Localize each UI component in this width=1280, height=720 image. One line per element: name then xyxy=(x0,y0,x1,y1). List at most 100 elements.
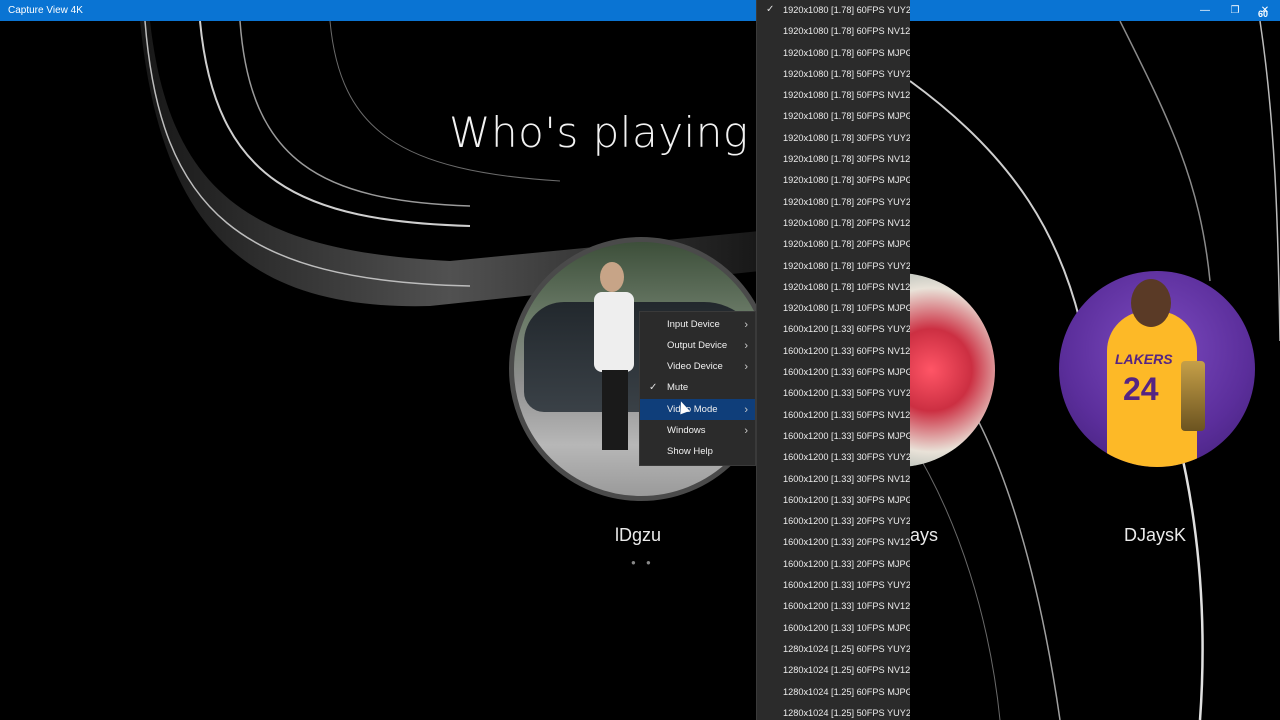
person-photo-element xyxy=(600,262,624,292)
title-bar: Capture View 4K — ❐ ✕ 60 xyxy=(0,0,1280,21)
menu-item-output-device[interactable]: Output Device › xyxy=(640,335,755,356)
menu-item-label: Mute xyxy=(667,382,689,393)
video-mode-label: 1920x1080 [1.78] 10FPS YUY2 xyxy=(783,260,910,271)
menu-item-label: Show Help xyxy=(667,446,713,457)
player-name-ldgzu: lDgzu xyxy=(615,525,662,545)
video-mode-item[interactable]: 1600x1200 [1.33] 50FPS NV12 xyxy=(757,405,910,426)
minimize-button[interactable]: — xyxy=(1190,0,1220,21)
chevron-right-icon: › xyxy=(744,318,748,331)
video-mode-item[interactable]: 1600x1200 [1.33] 60FPS MJPG xyxy=(757,362,910,383)
video-mode-item[interactable]: 1600x1200 [1.33] 10FPS YUY2 xyxy=(757,575,910,596)
video-mode-item[interactable]: 1600x1200 [1.33] 10FPS MJPG xyxy=(757,618,910,639)
video-mode-label: 1600x1200 [1.33] 20FPS YUY2 xyxy=(783,516,910,527)
video-mode-label: 1600x1200 [1.33] 10FPS NV12 xyxy=(783,601,910,612)
person-photo-element xyxy=(594,292,634,372)
video-mode-label: 1600x1200 [1.33] 20FPS MJPG xyxy=(783,558,910,569)
video-mode-item[interactable]: 1920x1080 [1.78] 20FPS MJPG xyxy=(757,234,910,255)
video-mode-label: 1920x1080 [1.78] 60FPS YUY2 xyxy=(783,5,910,15)
menu-item-mute[interactable]: ✓ Mute xyxy=(640,377,755,398)
maximize-button[interactable]: ❐ xyxy=(1220,0,1250,21)
chevron-right-icon: › xyxy=(744,360,748,373)
video-mode-label: 1920x1080 [1.78] 50FPS YUY2 xyxy=(783,68,910,79)
menu-item-video-device[interactable]: Video Device › xyxy=(640,356,755,377)
menu-item-label: Video Device xyxy=(667,361,723,372)
video-mode-item[interactable]: 1920x1080 [1.78] 20FPS YUY2 xyxy=(757,192,910,213)
video-mode-item[interactable]: 1600x1200 [1.33] 60FPS YUY2 xyxy=(757,319,910,340)
video-mode-label: 1600x1200 [1.33] 50FPS MJPG xyxy=(783,430,910,441)
menu-item-show-help[interactable]: Show Help xyxy=(640,441,755,462)
video-mode-label: 1600x1200 [1.33] 50FPS YUY2 xyxy=(783,388,910,399)
video-mode-item[interactable]: 1280x1024 [1.25] 60FPS YUY2 xyxy=(757,639,910,660)
video-mode-label: 1600x1200 [1.33] 30FPS MJPG xyxy=(783,494,910,505)
chevron-right-icon: › xyxy=(744,424,748,437)
video-mode-item[interactable]: 1280x1024 [1.25] 50FPS YUY2 xyxy=(757,703,910,720)
video-mode-item[interactable]: 1920x1080 [1.78] 30FPS YUY2 xyxy=(757,128,910,149)
trophy-photo-element xyxy=(1181,361,1205,431)
video-mode-item[interactable]: 1600x1200 [1.33] 30FPS NV12 xyxy=(757,469,910,490)
video-mode-label: 1600x1200 [1.33] 10FPS YUY2 xyxy=(783,580,910,591)
jersey-text: LAKERS xyxy=(1115,351,1173,367)
video-mode-label: 1920x1080 [1.78] 60FPS NV12 xyxy=(783,26,910,37)
video-mode-label: 1920x1080 [1.78] 20FPS MJPG xyxy=(783,239,910,250)
menu-item-video-mode[interactable]: Video Mode › xyxy=(640,399,755,420)
video-mode-label: 1280x1024 [1.25] 60FPS NV12 xyxy=(783,665,910,676)
person-photo-element xyxy=(1131,279,1171,327)
video-mode-item[interactable]: 1600x1200 [1.33] 50FPS YUY2 xyxy=(757,383,910,404)
video-mode-item[interactable]: 1600x1200 [1.33] 30FPS MJPG xyxy=(757,490,910,511)
video-mode-label: 1920x1080 [1.78] 60FPS MJPG xyxy=(783,47,910,58)
avatar-djaysk[interactable]: LAKERS 24 xyxy=(1059,271,1255,467)
video-mode-item[interactable]: 1600x1200 [1.33] 20FPS YUY2 xyxy=(757,511,910,532)
video-mode-item[interactable]: 1600x1200 [1.33] 20FPS NV12 xyxy=(757,532,910,553)
video-mode-item[interactable]: ✓ 1920x1080 [1.78] 60FPS YUY2 xyxy=(757,0,910,21)
menu-item-label: Output Device xyxy=(667,340,728,351)
menu-item-label: Video Mode xyxy=(667,404,718,415)
video-mode-label: 1600x1200 [1.33] 30FPS YUY2 xyxy=(783,452,910,463)
video-mode-item[interactable]: 1600x1200 [1.33] 20FPS MJPG xyxy=(757,554,910,575)
page-dots: ● ● xyxy=(631,558,655,567)
video-mode-label: 1600x1200 [1.33] 60FPS NV12 xyxy=(783,345,910,356)
video-mode-item[interactable]: 1600x1200 [1.33] 10FPS NV12 xyxy=(757,596,910,617)
video-mode-item[interactable]: 1920x1080 [1.78] 10FPS MJPG xyxy=(757,298,910,319)
menu-item-input-device[interactable]: Input Device › xyxy=(640,314,755,335)
video-mode-label: 1920x1080 [1.78] 10FPS MJPG xyxy=(783,303,910,314)
player-name-djaysk: DJaysK xyxy=(1124,525,1187,545)
menu-item-label: Input Device xyxy=(667,319,720,330)
video-mode-item[interactable]: 1920x1080 [1.78] 20FPS NV12 xyxy=(757,213,910,234)
video-mode-item[interactable]: 1600x1200 [1.33] 60FPS NV12 xyxy=(757,341,910,362)
video-mode-label: 1600x1200 [1.33] 60FPS MJPG xyxy=(783,367,910,378)
video-mode-item[interactable]: 1920x1080 [1.78] 60FPS NV12 xyxy=(757,21,910,42)
video-mode-item[interactable]: 1280x1024 [1.25] 60FPS NV12 xyxy=(757,660,910,681)
context-menu: Input Device › Output Device › Video Dev… xyxy=(639,311,756,466)
video-mode-label: 1920x1080 [1.78] 30FPS MJPG xyxy=(783,175,910,186)
video-mode-submenu: ✓ 1920x1080 [1.78] 60FPS YUY2 1920x1080 [… xyxy=(756,0,910,720)
video-mode-label: 1280x1024 [1.25] 50FPS YUY2 xyxy=(783,707,910,718)
video-mode-item[interactable]: 1920x1080 [1.78] 10FPS YUY2 xyxy=(757,256,910,277)
video-mode-item[interactable]: 1920x1080 [1.78] 30FPS MJPG xyxy=(757,170,910,191)
video-mode-label: 1920x1080 [1.78] 10FPS NV12 xyxy=(783,281,910,292)
video-mode-item[interactable]: 1280x1024 [1.25] 60FPS MJPG xyxy=(757,682,910,703)
video-mode-label: 1920x1080 [1.78] 30FPS NV12 xyxy=(783,154,910,165)
video-mode-label: 1600x1200 [1.33] 60FPS YUY2 xyxy=(783,324,910,335)
video-mode-label: 1920x1080 [1.78] 20FPS NV12 xyxy=(783,217,910,228)
video-mode-item[interactable]: 1920x1080 [1.78] 50FPS NV12 xyxy=(757,85,910,106)
video-mode-item[interactable]: 1920x1080 [1.78] 50FPS MJPG xyxy=(757,106,910,127)
video-mode-label: 1280x1024 [1.25] 60FPS MJPG xyxy=(783,686,910,697)
video-mode-label: 1600x1200 [1.33] 30FPS NV12 xyxy=(783,473,910,484)
video-mode-label: 1920x1080 [1.78] 50FPS NV12 xyxy=(783,90,910,101)
chevron-right-icon: › xyxy=(744,403,748,416)
jersey-number: 24 xyxy=(1123,371,1159,407)
video-mode-label: 1920x1080 [1.78] 30FPS YUY2 xyxy=(783,132,910,143)
fps-badge: 60 xyxy=(1257,9,1268,19)
video-mode-item[interactable]: 1920x1080 [1.78] 50FPS YUY2 xyxy=(757,64,910,85)
video-mode-item[interactable]: 1920x1080 [1.78] 10FPS NV12 xyxy=(757,277,910,298)
video-mode-item[interactable]: 1920x1080 [1.78] 30FPS NV12 xyxy=(757,149,910,170)
checkmark-icon: ✓ xyxy=(766,4,775,15)
video-mode-item[interactable]: 1600x1200 [1.33] 30FPS YUY2 xyxy=(757,447,910,468)
video-mode-item[interactable]: 1600x1200 [1.33] 50FPS MJPG xyxy=(757,426,910,447)
menu-item-windows[interactable]: Windows › xyxy=(640,420,755,441)
video-mode-label: 1920x1080 [1.78] 20FPS YUY2 xyxy=(783,196,910,207)
video-mode-label: 1920x1080 [1.78] 50FPS MJPG xyxy=(783,111,910,122)
video-mode-label: 1280x1024 [1.25] 60FPS YUY2 xyxy=(783,643,910,654)
checkmark-icon: ✓ xyxy=(649,382,658,393)
video-mode-item[interactable]: 1920x1080 [1.78] 60FPS MJPG xyxy=(757,43,910,64)
